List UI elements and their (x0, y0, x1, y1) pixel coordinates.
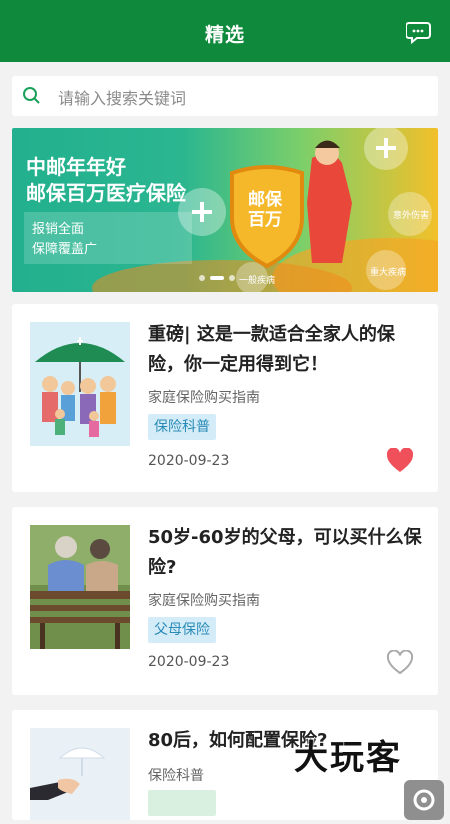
shield-text: 邮保 百万 (248, 190, 282, 230)
article-tag[interactable]: 保险科普 (148, 414, 216, 440)
settings-fab[interactable] (404, 780, 444, 820)
bubble-major-illness: 重大疾病 (370, 268, 407, 278)
banner-headline-line2: 邮保百万医疗保险 (26, 181, 186, 205)
banner-sub-line1: 报销全面 (32, 222, 85, 237)
promo-banner[interactable]: 中邮年年好 邮保百万医疗保险 报销全面 保障覆盖广 邮保 百万 意外伤害 重大疾… (12, 128, 438, 292)
article-thumbnail-family (30, 322, 130, 446)
article-category: 保险科普 (148, 768, 204, 784)
watermark-logo: 大玩客 (294, 738, 402, 778)
banner-sub-line2: 保障覆盖广 (32, 242, 98, 257)
shield-text-line2: 百万 (248, 210, 282, 230)
page-title: 精选 (204, 24, 245, 46)
heart-filled-icon[interactable] (386, 448, 414, 474)
article-date: 2020-09-23 (148, 654, 230, 670)
article-tag[interactable] (148, 790, 216, 816)
top-app-bar: 精选 (0, 0, 450, 62)
article-card[interactable]: 重磅| 这是一款适合全家人的保险，你一定用得到它！ 家庭保险购买指南 保险科普 … (12, 304, 438, 492)
article-thumbnail-elderly-couple (30, 525, 130, 649)
bubble-general-illness: 一般疾病 (239, 276, 276, 286)
article-title[interactable]: 50岁-60岁的父母，可以买什么保险? (148, 523, 424, 583)
article-card[interactable]: 50岁-60岁的父母，可以买什么保险? 家庭保险购买指南 父母保险 2020-0… (12, 507, 438, 695)
article-title[interactable]: 重磅| 这是一款适合全家人的保险，你一定用得到它！ (148, 320, 424, 380)
search-icon (23, 87, 40, 104)
gear-icon (413, 789, 435, 811)
bubble-accident: 意外伤害 (393, 211, 430, 221)
search-input[interactable]: 请输入搜索关键词 (12, 76, 438, 116)
banner-headline: 中邮年年好 邮保百万医疗保险 (26, 154, 186, 206)
heart-outline-icon[interactable] (386, 650, 414, 676)
shield-text-line1: 邮保 (248, 190, 282, 210)
article-thumbnail-umbrella-hand (30, 728, 130, 820)
banner-headline-line1: 中邮年年好 (26, 155, 126, 179)
chat-bubbles-icon[interactable] (405, 20, 434, 46)
article-category: 家庭保险购买指南 (148, 593, 260, 609)
article-tag[interactable]: 父母保险 (148, 617, 216, 643)
article-category: 家庭保险购买指南 (148, 390, 260, 406)
article-date: 2020-09-23 (148, 453, 230, 469)
search-placeholder: 请输入搜索关键词 (58, 89, 187, 108)
